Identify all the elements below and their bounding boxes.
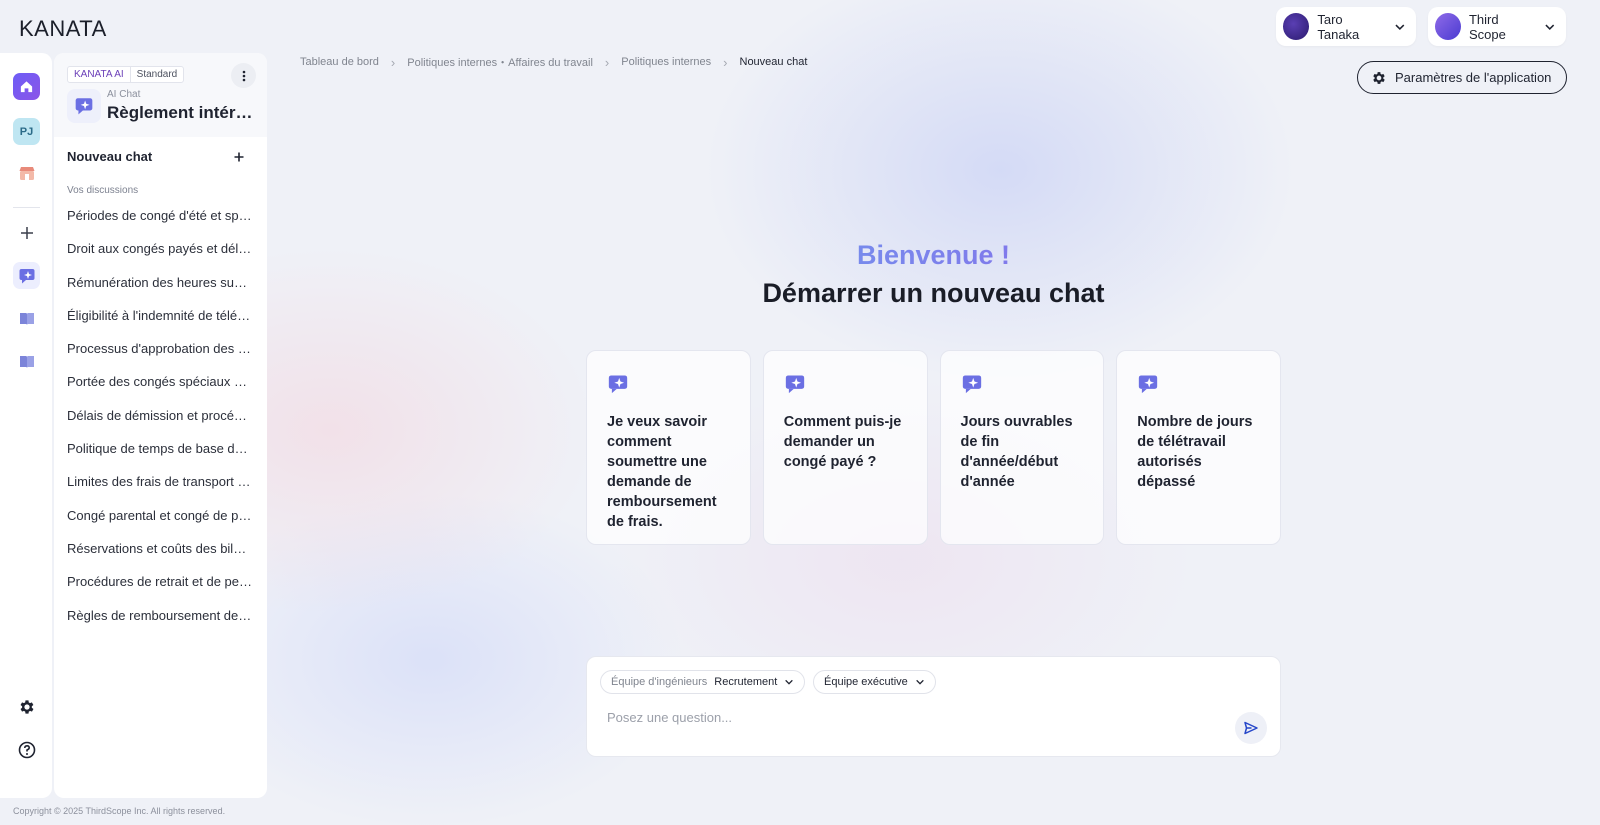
chevron-right-icon: ›	[604, 54, 610, 70]
suggestion-text: Comment puis-je demander un congé payé ?	[783, 414, 902, 470]
ai-chat-button[interactable]	[13, 262, 40, 289]
knowledge-base-button[interactable]	[13, 305, 40, 332]
plus-icon	[20, 226, 33, 239]
book-icon	[19, 312, 34, 325]
app-logo[interactable]: KANATA	[19, 16, 107, 42]
store-button[interactable]	[13, 159, 40, 186]
chat-sidebar: KANATA AI Standard AI Chat Règlement int…	[54, 53, 267, 798]
app-header: KANATA AI Standard AI Chat Règlement int…	[54, 53, 267, 137]
suggestion-card[interactable]: Je veux savoir comment soumettre une dem…	[586, 350, 751, 545]
organization-menu[interactable]: Third Scope	[1428, 7, 1566, 46]
conversation-item[interactable]: Procédures de retrait et de pertes	[67, 569, 252, 602]
home-icon	[20, 81, 33, 93]
conversations-heading: Vos discussions	[67, 185, 139, 196]
org-avatar	[1435, 13, 1461, 40]
chat-sparkle-icon	[962, 375, 981, 394]
chevron-down-icon	[785, 679, 794, 685]
suggestion-cards: Je veux savoir comment soumettre une dem…	[586, 350, 1281, 545]
chip-value: Équipe exécutive	[824, 676, 908, 688]
badge-ai: KANATA AI	[68, 67, 131, 82]
plan-badges: KANATA AI Standard	[67, 66, 185, 83]
more-options-button[interactable]	[231, 63, 256, 88]
chevron-down-icon	[1545, 24, 1555, 30]
page-title: Démarrer un nouveau chat	[762, 278, 1105, 308]
home-button[interactable]	[13, 73, 40, 100]
suggestion-card[interactable]: Nombre de jours de télétravail autorisés…	[1116, 350, 1281, 545]
add-button[interactable]	[13, 219, 40, 246]
left-rail: PJ	[0, 53, 52, 798]
conversation-item[interactable]: Règles de remboursement des frais	[67, 603, 252, 636]
chevron-down-icon	[915, 679, 924, 685]
gear-icon	[20, 699, 33, 714]
user-menu[interactable]: Taro Tanaka	[1276, 7, 1416, 46]
chat-sparkle-icon	[75, 98, 93, 115]
book-icon	[19, 355, 34, 368]
breadcrumb-item[interactable]: Politiques internes・Affaires du travail	[407, 54, 593, 70]
conversation-item[interactable]: Portée des congés spéciaux et conditions	[67, 369, 252, 402]
chip-value: Recrutement	[714, 676, 778, 688]
conversation-item[interactable]: Éligibilité à l'indemnité de télétravail	[67, 303, 252, 336]
org-name: Third Scope	[1468, 11, 1506, 42]
project-button[interactable]: PJ	[13, 118, 40, 145]
conversation-item[interactable]: Délais de démission et procédures	[67, 403, 252, 436]
conversation-item[interactable]: Processus d'approbation des dépenses	[67, 336, 252, 369]
user-avatar	[1283, 13, 1310, 40]
app-icon	[67, 89, 101, 123]
chat-sparkle-icon	[1139, 375, 1158, 394]
help-button[interactable]	[13, 736, 40, 763]
app-subtitle: AI Chat	[107, 89, 141, 100]
chat-sparkle-icon	[608, 375, 628, 394]
chip-prefix: Équipe d'ingénieurs	[611, 676, 708, 688]
app-settings-label: Paramètres de l'application	[1395, 70, 1552, 85]
app-settings-button[interactable]: Paramètres de l'application	[1357, 61, 1567, 94]
chevron-down-icon	[1395, 23, 1405, 30]
breadcrumb-item[interactable]: Politiques internes	[621, 56, 711, 68]
chat-composer: Équipe d'ingénieurs Recrutement Équipe e…	[586, 656, 1281, 757]
executive-filter-chip[interactable]: Équipe exécutive	[813, 670, 936, 694]
store-icon	[19, 166, 34, 180]
conversation-item[interactable]: Limites des frais de transport et règles	[67, 469, 252, 502]
gear-icon	[1373, 71, 1385, 84]
suggestion-text: Je veux savoir comment soumettre une dem…	[607, 414, 717, 530]
suggestion-card[interactable]: Jours ouvrables de fin d'année/début d'a…	[939, 350, 1105, 545]
documents-button[interactable]	[13, 348, 40, 375]
app-title: Règlement intérieur	[107, 103, 257, 122]
question-input[interactable]	[607, 706, 1207, 728]
suggestion-text: Jours ouvrables de fin d'année/début d'a…	[960, 414, 1073, 490]
conversation-item[interactable]: Périodes de congé d'été et spéciaux	[67, 203, 252, 236]
user-name: Taro Tanaka	[1317, 11, 1360, 42]
conversation-list: Périodes de congé d'été et spéciaux Droi…	[67, 203, 252, 636]
suggestion-text: Nombre de jours de télétravail autorisés…	[1137, 414, 1253, 490]
new-chat-button[interactable]	[230, 148, 248, 166]
breadcrumb-item[interactable]: Tableau de bord	[300, 56, 379, 68]
conversation-item[interactable]: Congé parental et congé de paternité	[67, 503, 252, 536]
team-filter-chip[interactable]: Équipe d'ingénieurs Recrutement	[600, 670, 806, 694]
conversation-item[interactable]: Politique de temps de base de travail	[67, 436, 252, 469]
chevron-right-icon: ›	[390, 54, 396, 70]
new-chat-link[interactable]: Nouveau chat	[67, 149, 152, 164]
send-button[interactable]	[1235, 712, 1267, 744]
settings-rail-button[interactable]	[13, 693, 40, 720]
chat-sparkle-icon	[19, 268, 34, 283]
badge-plan: Standard	[136, 69, 178, 80]
rail-divider	[13, 207, 40, 208]
send-icon	[1244, 721, 1258, 735]
help-icon	[18, 741, 35, 758]
breadcrumb-current: Nouveau chat	[739, 56, 808, 68]
chevron-right-icon: ›	[723, 54, 728, 70]
welcome-text: Bienvenue !	[586, 240, 1281, 271]
suggestion-card[interactable]: Comment puis-je demander un congé payé ?	[762, 350, 928, 545]
chat-sparkle-icon	[785, 375, 804, 394]
conversation-item[interactable]: Droit aux congés payés et délais	[67, 236, 252, 269]
plus-icon	[234, 152, 244, 162]
breadcrumb: Tableau de bord › Politiques internes・Af…	[300, 54, 807, 70]
conversation-item[interactable]: Réservations et coûts des bilans de sant…	[67, 536, 252, 569]
conversation-item[interactable]: Rémunération des heures supplémentaires	[67, 270, 252, 303]
copyright-text: Copyright © 2025 ThirdScope Inc. All rig…	[13, 806, 226, 816]
kebab-icon	[242, 70, 245, 81]
